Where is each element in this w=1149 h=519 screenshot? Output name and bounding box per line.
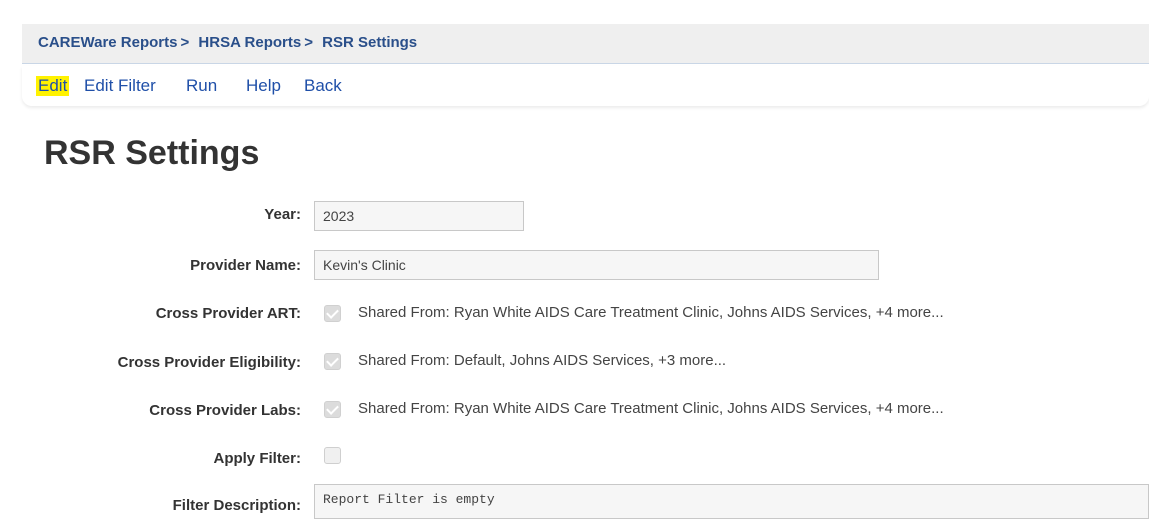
page-title: RSR Settings [44,134,260,172]
cross-provider-eligibility-label: Cross Provider Eligibility: [117,354,301,371]
breadcrumb-separator: > [304,34,313,51]
provider-name-label: Provider Name: [190,257,301,274]
cross-provider-labs-label: Cross Provider Labs: [149,402,301,419]
provider-name-field[interactable]: Kevin's Clinic [314,250,879,280]
breadcrumb-bar: CAREWare Reports > HRSA Reports > RSR Sett… [22,24,1149,64]
menu-bar: Edit Edit Filter Run Help Back [22,66,1149,106]
breadcrumb-hrsa-reports[interactable]: HRSA Reports [198,34,301,51]
apply-filter-label: Apply Filter: [213,450,301,467]
cross-provider-art-label: Cross Provider ART: [155,305,301,322]
menu-run[interactable]: Run [186,76,217,96]
check-icon [326,306,339,319]
check-icon [326,402,339,415]
filter-description-label: Filter Description: [172,497,301,514]
cross-provider-eligibility-shared-text: Shared From: Default, Johns AIDS Service… [358,352,727,369]
menu-edit-filter[interactable]: Edit Filter [84,76,156,96]
breadcrumb-rsr-settings[interactable]: RSR Settings [322,34,417,51]
cross-provider-art-shared-text: Shared From: Ryan White AIDS Care Treatm… [358,304,944,321]
breadcrumb: CAREWare Reports > HRSA Reports > RSR Sett… [38,34,417,51]
year-label: Year: [264,206,301,223]
check-icon [326,354,339,367]
breadcrumb-careware-reports[interactable]: CAREWare Reports [38,34,177,51]
menu-help[interactable]: Help [246,76,281,96]
cross-provider-art-checkbox[interactable] [324,305,341,322]
year-field[interactable]: 2023 [314,201,524,231]
menu-back[interactable]: Back [304,76,342,96]
cross-provider-eligibility-checkbox[interactable] [324,353,341,370]
cross-provider-labs-checkbox[interactable] [324,401,341,418]
cross-provider-labs-shared-text: Shared From: Ryan White AIDS Care Treatm… [358,400,944,417]
apply-filter-checkbox[interactable] [324,447,341,464]
breadcrumb-separator: > [180,34,190,51]
menu-edit[interactable]: Edit [36,76,70,96]
filter-description-field[interactable]: Report Filter is empty [314,484,1149,519]
